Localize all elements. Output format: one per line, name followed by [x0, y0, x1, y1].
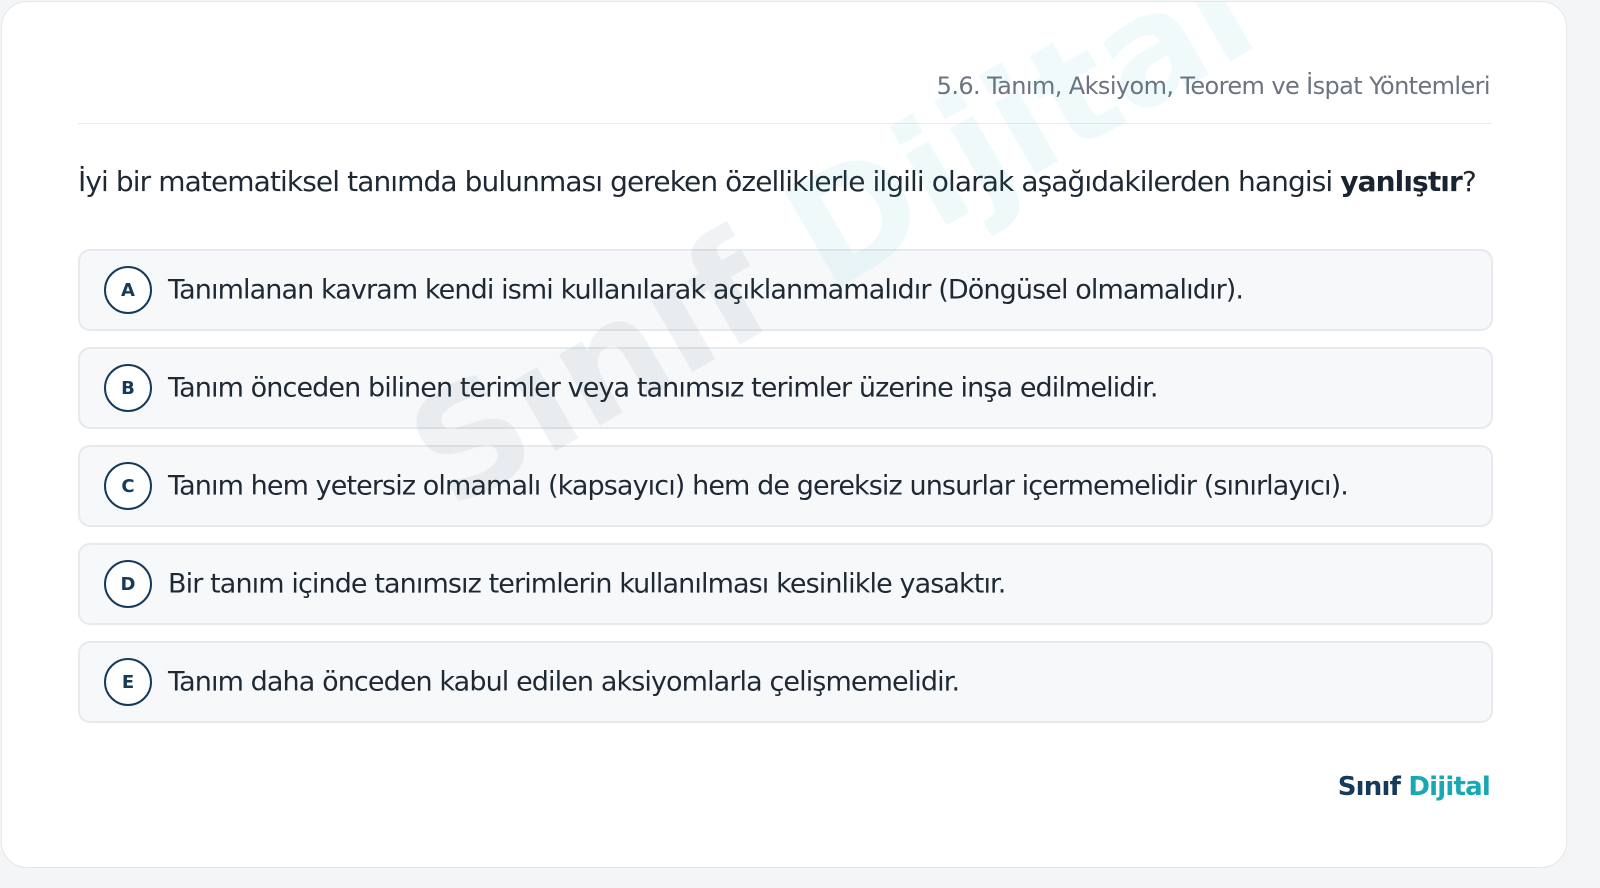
question-text: İyi bir matematiksel tanımda bulunması g… [78, 165, 1508, 198]
answer-options: A Tanımlanan kavram kendi ismi kullanıla… [78, 249, 1493, 739]
question-card: 5.6. Tanım, Aksiyom, Teorem ve İspat Yön… [1, 1, 1567, 868]
option-letter-badge: E [104, 658, 152, 706]
option-e[interactable]: E Tanım daha önceden kabul edilen aksiyo… [78, 641, 1493, 723]
option-text: Tanımlanan kavram kendi ismi kullanılara… [168, 274, 1244, 306]
option-letter-badge: B [104, 364, 152, 412]
question-emphasis: yanlıştır [1340, 165, 1463, 198]
header-divider [78, 123, 1492, 124]
option-text: Tanım önceden bilinen terimler veya tanı… [168, 372, 1158, 404]
option-text: Tanım daha önceden kabul edilen aksiyoml… [168, 666, 960, 698]
option-a[interactable]: A Tanımlanan kavram kendi ismi kullanıla… [78, 249, 1493, 331]
option-b[interactable]: B Tanım önceden bilinen terimler veya ta… [78, 347, 1493, 429]
topic-title: 5.6. Tanım, Aksiyom, Teorem ve İspat Yön… [936, 72, 1491, 100]
brand-logo: Sınıf Dijital [1337, 772, 1491, 802]
option-text: Tanım hem yetersiz olmamalı (kapsayıcı) … [168, 470, 1349, 502]
option-text: Bir tanım içinde tanımsız terimlerin kul… [168, 568, 1006, 600]
option-letter-badge: C [104, 462, 152, 510]
question-text-before: İyi bir matematiksel tanımda bulunması g… [78, 165, 1341, 198]
option-c[interactable]: C Tanım hem yetersiz olmamalı (kapsayıcı… [78, 445, 1493, 527]
option-letter-badge: D [104, 560, 152, 608]
brand-part2: Dijital [1408, 772, 1490, 802]
brand-part1: Sınıf [1337, 772, 1401, 802]
option-d[interactable]: D Bir tanım içinde tanımsız terimlerin k… [78, 543, 1493, 625]
option-letter-badge: A [104, 266, 152, 314]
question-text-after: ? [1461, 165, 1477, 198]
